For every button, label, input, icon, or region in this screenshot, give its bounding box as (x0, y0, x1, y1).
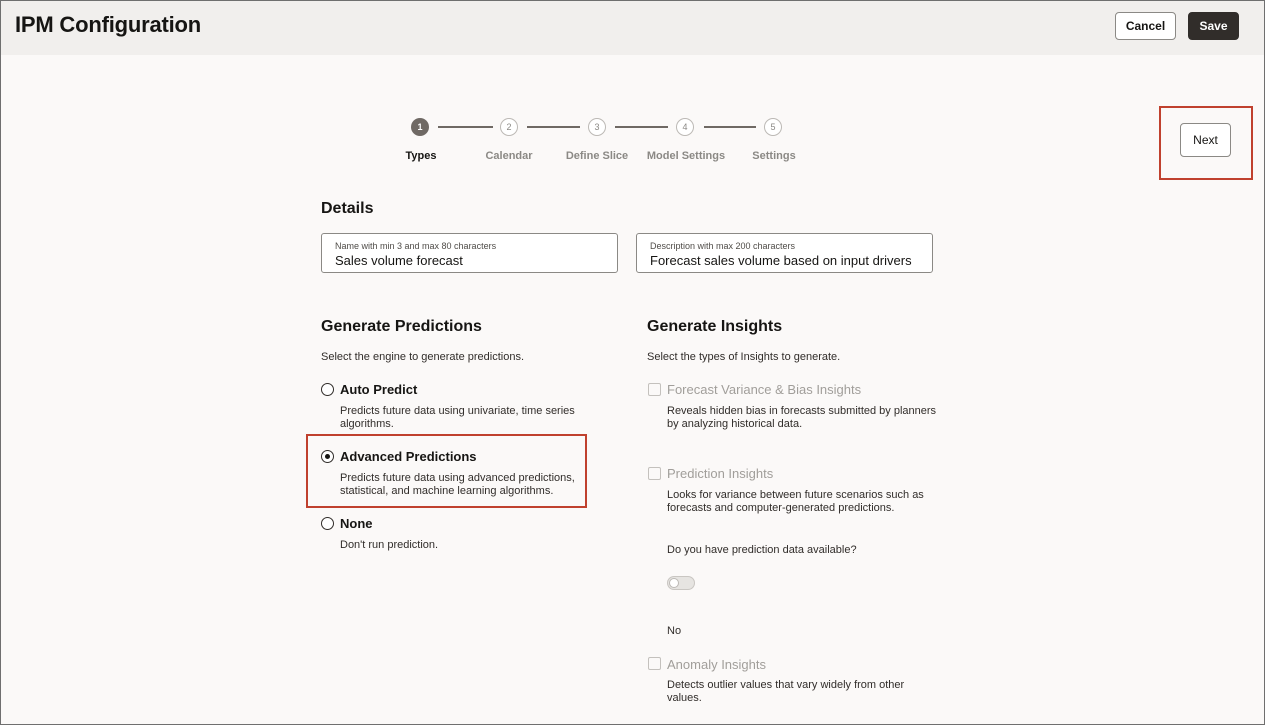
description-field[interactable]: Description with max 200 characters Fore… (636, 233, 933, 273)
none-description: Don't run prediction. (340, 539, 439, 551)
none-label[interactable]: None (340, 516, 373, 531)
description-field-label: Description with max 200 characters (650, 241, 796, 251)
prediction-data-switch[interactable] (667, 576, 695, 590)
insights-helper-text: Select the types of Insights to generate… (647, 351, 841, 363)
prediction-insights-checkbox[interactable] (648, 467, 661, 480)
generate-insights-heading: Generate Insights (647, 318, 783, 335)
step-connector (438, 126, 493, 128)
step-2-indicator[interactable]: 2 (500, 118, 518, 136)
step-1-indicator[interactable]: 1 (411, 118, 429, 136)
predictions-helper-text: Select the engine to generate prediction… (321, 351, 525, 363)
page-header: IPM Configuration Cancel Save (1, 1, 1264, 55)
prediction-data-question: Do you have prediction data available? (667, 544, 857, 556)
app-frame: IPM Configuration Cancel Save Next 1 2 3… (0, 0, 1265, 725)
step-connector (527, 126, 580, 128)
prediction-insights-description: Looks for variance between future scenar… (667, 489, 924, 514)
switch-knob (669, 578, 679, 588)
details-heading: Details (321, 200, 374, 217)
advanced-predictions-radio[interactable] (321, 450, 334, 463)
anomaly-insights-label[interactable]: Anomaly Insights (667, 657, 766, 672)
step-2-label[interactable]: Calendar (459, 150, 559, 162)
auto-predict-label[interactable]: Auto Predict (340, 382, 417, 397)
step-4-label[interactable]: Model Settings (636, 150, 736, 162)
step-3-label[interactable]: Define Slice (547, 150, 647, 162)
step-connector (615, 126, 668, 128)
anomaly-insights-description: Detects outlier values that vary widely … (667, 679, 905, 704)
step-5-label[interactable]: Settings (724, 150, 824, 162)
step-1-label[interactable]: Types (371, 150, 471, 162)
name-field-label: Name with min 3 and max 80 characters (335, 241, 497, 251)
anomaly-insights-checkbox[interactable] (648, 657, 661, 670)
advanced-predictions-label[interactable]: Advanced Predictions (340, 449, 477, 464)
generate-predictions-heading: Generate Predictions (321, 318, 482, 335)
name-field[interactable]: Name with min 3 and max 80 characters Sa… (321, 233, 618, 273)
step-4-indicator[interactable]: 4 (676, 118, 694, 136)
forecast-variance-label[interactable]: Forecast Variance & Bias Insights (667, 382, 861, 397)
step-connector (704, 126, 756, 128)
prediction-data-switch-value: No (667, 625, 682, 637)
name-field-value[interactable]: Sales volume forecast (335, 253, 463, 268)
auto-predict-description: Predicts future data using univariate, t… (340, 405, 575, 430)
step-5-indicator[interactable]: 5 (764, 118, 782, 136)
prediction-insights-label[interactable]: Prediction Insights (667, 466, 773, 481)
forecast-variance-checkbox[interactable] (648, 383, 661, 396)
page-title: IPM Configuration (15, 12, 202, 37)
description-field-value[interactable]: Forecast sales volume based on input dri… (650, 253, 912, 268)
step-3-indicator[interactable]: 3 (588, 118, 606, 136)
save-button[interactable]: Save (1188, 12, 1239, 40)
auto-predict-radio[interactable] (321, 383, 334, 396)
forecast-variance-description: Reveals hidden bias in forecasts submitt… (667, 405, 937, 430)
cancel-button[interactable]: Cancel (1115, 12, 1176, 40)
next-button[interactable]: Next (1180, 123, 1231, 157)
advanced-predictions-description: Predicts future data using advanced pred… (340, 472, 575, 497)
none-radio[interactable] (321, 517, 334, 530)
